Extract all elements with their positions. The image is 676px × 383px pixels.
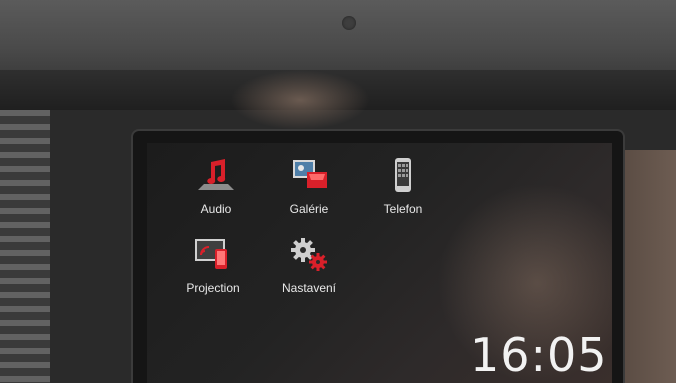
app-projection[interactable]: Projection: [168, 235, 258, 295]
app-label: Audio: [200, 202, 232, 216]
app-label: Galérie: [289, 202, 329, 216]
app-label: Projection: [186, 281, 240, 295]
music-note-icon: [194, 156, 238, 196]
app-label: Telefon: [383, 202, 423, 216]
dashboard-top: [0, 0, 676, 80]
projection-icon: [191, 235, 235, 275]
app-phone[interactable]: Telefon: [358, 156, 448, 216]
app-settings[interactable]: Nastavení: [264, 235, 354, 295]
phone-icon: [381, 156, 425, 196]
gear-icon: [287, 235, 331, 275]
app-audio[interactable]: Audio: [171, 156, 261, 216]
gallery-icon: [287, 156, 331, 196]
dashboard-sensor: [342, 16, 356, 30]
clock: 16:05: [470, 328, 608, 382]
air-vent: [0, 110, 50, 383]
app-gallery[interactable]: Galérie: [264, 156, 354, 216]
app-label: Nastavení: [281, 281, 337, 295]
glare-reflection: [230, 70, 370, 130]
hand-reflection: [620, 150, 676, 383]
